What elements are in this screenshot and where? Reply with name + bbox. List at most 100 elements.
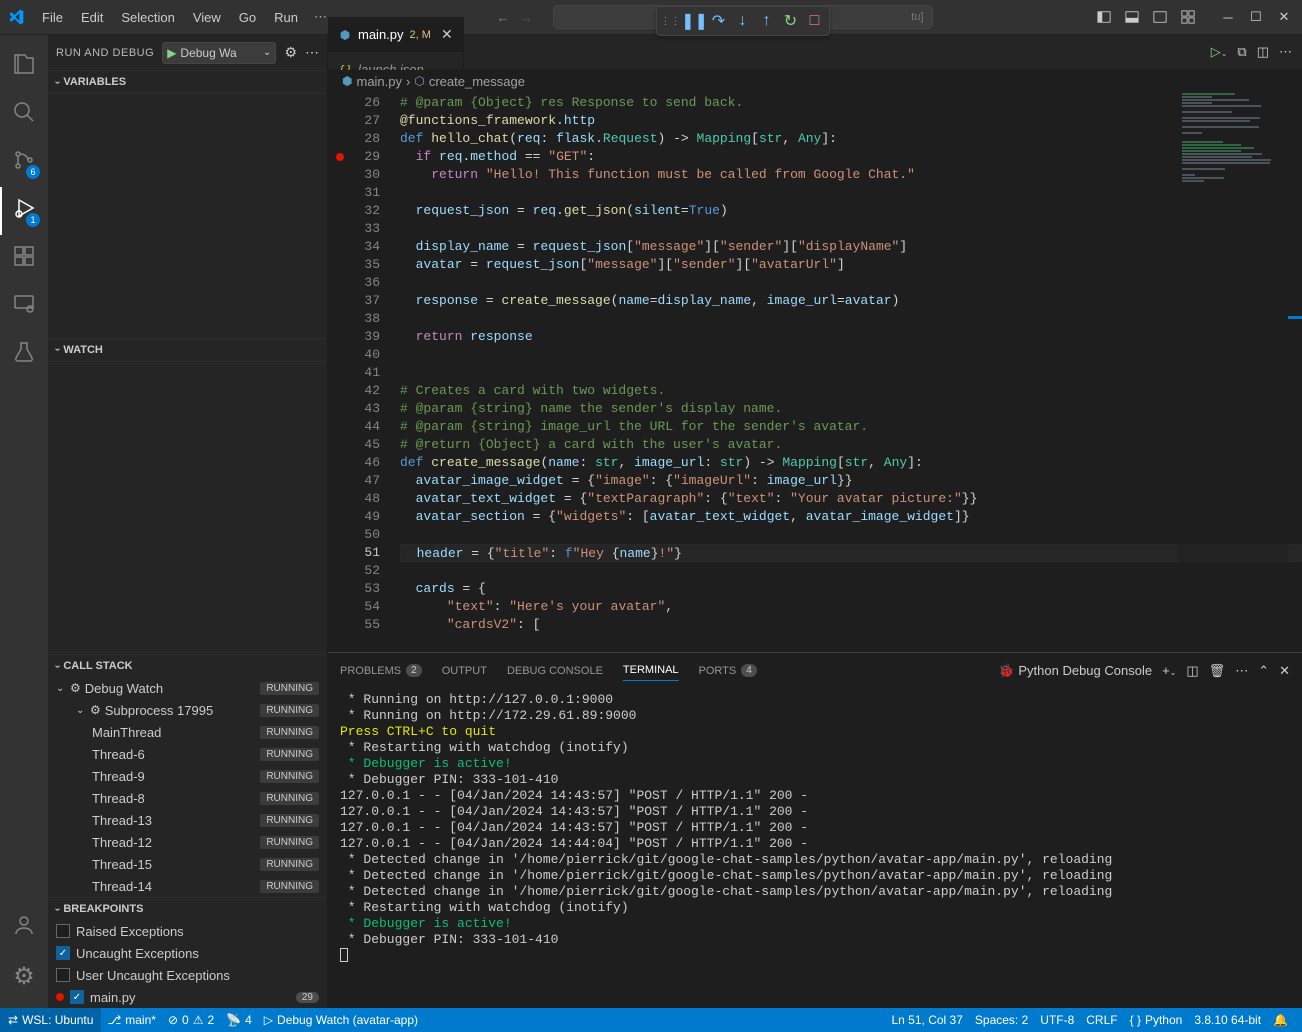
nav-forward-icon[interactable]: → bbox=[520, 10, 533, 25]
callstack-item[interactable]: Thread-9RUNNING bbox=[48, 765, 327, 787]
panel-tab-problems[interactable]: PROBLEMS2 bbox=[340, 660, 422, 681]
extensions-icon[interactable] bbox=[0, 235, 48, 283]
step-into-icon[interactable]: ↓ bbox=[731, 9, 755, 33]
breakpoint-item[interactable]: Raised Exceptions bbox=[48, 920, 327, 942]
vscode-logo-icon bbox=[8, 9, 24, 25]
testing-icon[interactable] bbox=[0, 331, 48, 379]
cursor-position[interactable]: Ln 51, Col 37 bbox=[886, 1013, 969, 1027]
problems-status[interactable]: ⊘0 ⚠2 bbox=[162, 1008, 220, 1032]
git-branch[interactable]: ⎇main* bbox=[101, 1008, 162, 1032]
eol[interactable]: CRLF bbox=[1080, 1013, 1123, 1027]
settings-gear-icon[interactable]: ⚙ bbox=[0, 952, 48, 1000]
breakpoint-item[interactable]: User Uncaught Exceptions bbox=[48, 964, 327, 986]
radio-tower-icon: 📡 bbox=[226, 1013, 241, 1027]
maximize-panel-icon[interactable]: ⌃ bbox=[1258, 663, 1269, 679]
close-icon[interactable]: ✕ bbox=[1274, 7, 1294, 27]
explorer-icon[interactable] bbox=[0, 43, 48, 91]
checkbox[interactable]: ✓ bbox=[56, 946, 70, 960]
panel-tab-ports[interactable]: PORTS4 bbox=[699, 660, 757, 681]
run-icon[interactable]: ▷⌄ bbox=[1211, 44, 1228, 60]
drag-handle-icon[interactable]: ⋮⋮ bbox=[659, 9, 683, 33]
search-icon[interactable] bbox=[0, 91, 48, 139]
debug-status[interactable]: ▷Debug Watch (avatar-app) bbox=[258, 1008, 424, 1032]
gear-icon[interactable]: ⚙ bbox=[284, 44, 297, 61]
layout-toggle-right-icon[interactable] bbox=[1150, 7, 1170, 27]
remote-indicator[interactable]: ⇄ WSL: Ubuntu bbox=[0, 1008, 101, 1032]
language-mode[interactable]: { }Python bbox=[1124, 1013, 1189, 1027]
layout-toggle-bottom-icon[interactable] bbox=[1122, 7, 1142, 27]
callstack-item[interactable]: ⌄⚙Subprocess 17995RUNNING bbox=[48, 699, 327, 721]
remote-explorer-icon[interactable] bbox=[0, 283, 48, 331]
nav-back-icon[interactable]: ← bbox=[497, 10, 510, 25]
step-out-icon[interactable]: ↑ bbox=[755, 9, 779, 33]
debug-config-selector[interactable]: ▶ Debug Wa ⌄ bbox=[162, 42, 276, 64]
branch-icon: ⎇ bbox=[107, 1013, 121, 1027]
run-debug-icon[interactable]: 1 bbox=[0, 187, 48, 235]
maximize-icon[interactable]: ☐ bbox=[1246, 7, 1266, 27]
pause-icon[interactable]: ❚❚ bbox=[683, 9, 707, 33]
menu-go[interactable]: Go bbox=[231, 6, 264, 29]
step-over-icon[interactable]: ↷ bbox=[707, 9, 731, 33]
watch-section-header[interactable]: ›WATCH bbox=[48, 339, 327, 361]
notifications-icon[interactable]: 🔔 bbox=[1267, 1013, 1294, 1027]
callstack-item[interactable]: Thread-6RUNNING bbox=[48, 743, 327, 765]
code-editor[interactable]: 2627282930313233343536373839404142434445… bbox=[328, 92, 1302, 652]
menu-file[interactable]: File bbox=[34, 6, 71, 29]
kill-terminal-icon[interactable]: 🗑 bbox=[1209, 663, 1226, 679]
panel-tab-terminal[interactable]: TERMINAL bbox=[623, 660, 679, 681]
breadcrumb[interactable]: ⬢ main.py › ⬡ create_message bbox=[328, 70, 1302, 92]
menu-run[interactable]: Run bbox=[266, 6, 306, 29]
breakpoint-dot-icon[interactable] bbox=[336, 153, 344, 161]
callstack-item[interactable]: Thread-13RUNNING bbox=[48, 809, 327, 831]
symbol-method-icon: ⬡ bbox=[414, 74, 424, 88]
callstack-item[interactable]: Thread-15RUNNING bbox=[48, 853, 327, 875]
encoding[interactable]: UTF-8 bbox=[1034, 1013, 1080, 1027]
menu-selection[interactable]: Selection bbox=[113, 6, 182, 29]
status-bar: ⇄ WSL: Ubuntu ⎇main* ⊘0 ⚠2 📡4 ▷Debug Wat… bbox=[0, 1008, 1302, 1032]
callstack-item[interactable]: MainThreadRUNNING bbox=[48, 721, 327, 743]
command-center[interactable]: ⋮⋮ ❚❚ ↷ ↓ ↑ ↻ □ tu] bbox=[553, 5, 933, 29]
title-bar: FileEditSelectionViewGoRun ⋯ ← → ⋮⋮ ❚❚ ↷… bbox=[0, 0, 1302, 35]
breakpoints-section-header[interactable]: ›BREAKPOINTS bbox=[48, 898, 327, 920]
breakpoint-dot-icon bbox=[56, 993, 64, 1001]
restart-icon[interactable]: ↻ bbox=[779, 9, 803, 33]
menu-edit[interactable]: Edit bbox=[73, 6, 111, 29]
split-terminal-icon[interactable]: ◫ bbox=[1186, 663, 1198, 679]
breakpoint-item[interactable]: ✓Uncaught Exceptions bbox=[48, 942, 327, 964]
search-placeholder: tu] bbox=[911, 11, 923, 23]
layout-toggle-left-icon[interactable] bbox=[1094, 7, 1114, 27]
indentation[interactable]: Spaces: 2 bbox=[969, 1013, 1034, 1027]
stop-icon[interactable]: □ bbox=[803, 9, 827, 33]
debug-launch-icon[interactable]: ⧉ bbox=[1237, 44, 1246, 60]
terminal-selector[interactable]: 🐞 Python Debug Console bbox=[998, 663, 1152, 679]
callstack-item[interactable]: Thread-8RUNNING bbox=[48, 787, 327, 809]
split-editor-icon[interactable]: ◫ bbox=[1257, 44, 1269, 60]
panel-more-icon[interactable]: ⋯ bbox=[1235, 663, 1248, 679]
checkbox[interactable]: ✓ bbox=[70, 990, 84, 1004]
checkbox[interactable] bbox=[56, 924, 70, 938]
callstack-section-header[interactable]: ›CALL STACK bbox=[48, 655, 327, 677]
accounts-icon[interactable] bbox=[0, 904, 48, 952]
panel-tab-output[interactable]: OUTPUT bbox=[442, 661, 487, 681]
terminal-output[interactable]: * Running on http://127.0.0.1:9000 * Run… bbox=[328, 688, 1302, 1008]
callstack-item[interactable]: Thread-14RUNNING bbox=[48, 875, 327, 897]
ports-status[interactable]: 📡4 bbox=[220, 1008, 258, 1032]
variables-section-header[interactable]: ›VARIABLES bbox=[48, 71, 327, 93]
new-terminal-icon[interactable]: +⌄ bbox=[1162, 663, 1176, 678]
menu-view[interactable]: View bbox=[185, 6, 229, 29]
debug-toolbar: ⋮⋮ ❚❚ ↷ ↓ ↑ ↻ □ bbox=[656, 6, 830, 36]
callstack-item[interactable]: Thread-12RUNNING bbox=[48, 831, 327, 853]
editor-area: ⬢main.py2, M✕{ }launch.json ▷⌄ ⧉ ◫ ⋯ ⬢ m… bbox=[328, 35, 1302, 1008]
more-actions-icon[interactable]: ⋯ bbox=[1279, 44, 1292, 60]
callstack-item[interactable]: ⌄⚙Debug WatchRUNNING bbox=[48, 677, 327, 699]
source-control-icon[interactable]: 6 bbox=[0, 139, 48, 187]
more-icon[interactable]: ⋯ bbox=[305, 44, 319, 61]
customize-layout-icon[interactable] bbox=[1178, 7, 1198, 27]
minimize-icon[interactable]: ─ bbox=[1218, 7, 1238, 27]
error-icon: ⊘ bbox=[168, 1013, 178, 1027]
close-panel-icon[interactable]: ✕ bbox=[1279, 663, 1290, 679]
checkbox[interactable] bbox=[56, 968, 70, 982]
panel-tab-debug-console[interactable]: DEBUG CONSOLE bbox=[507, 661, 603, 681]
breakpoint-item[interactable]: ✓main.py29 bbox=[48, 986, 327, 1008]
interpreter[interactable]: 3.8.10 64-bit bbox=[1188, 1013, 1267, 1027]
